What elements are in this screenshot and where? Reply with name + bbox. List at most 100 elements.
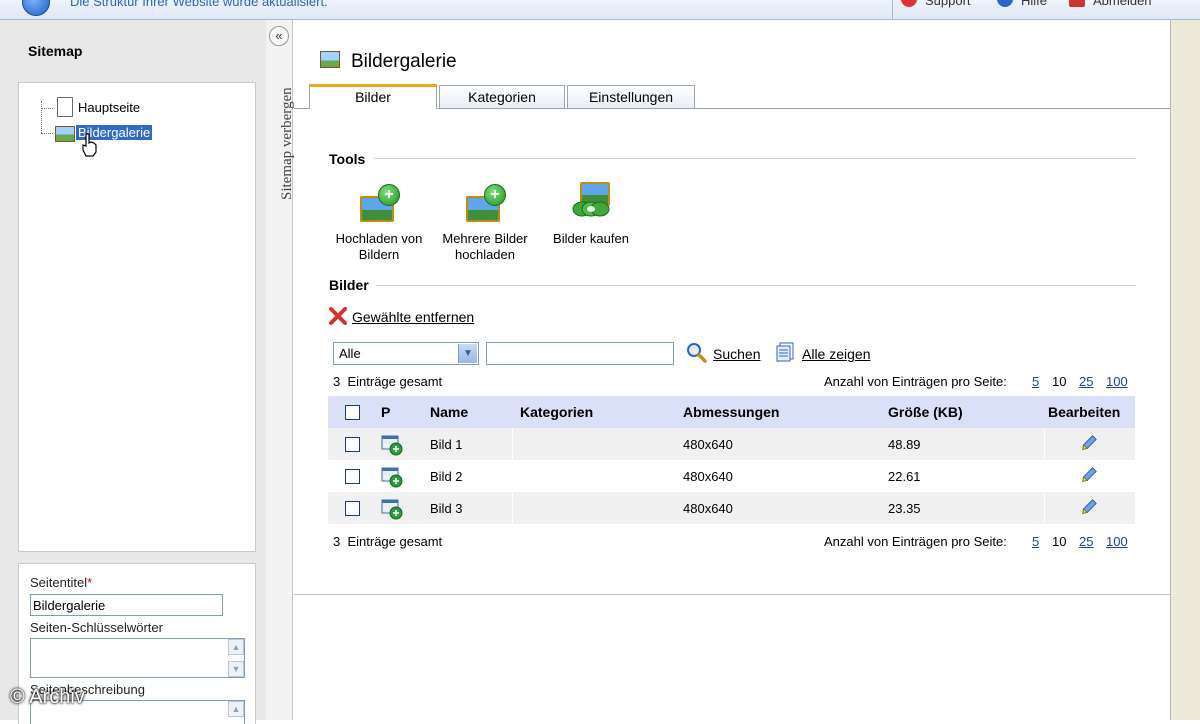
per-page-25[interactable]: 25 bbox=[1079, 534, 1093, 549]
select-all-checkbox[interactable] bbox=[345, 405, 360, 420]
column-header-groesse[interactable]: Größe (KB) bbox=[888, 404, 963, 420]
tree-connector bbox=[41, 108, 53, 109]
tool-upload-multiple[interactable]: + Mehrere Bilder hochladen bbox=[436, 180, 534, 265]
tool-label-line: Bildern bbox=[358, 247, 400, 262]
per-page-5[interactable]: 5 bbox=[1032, 534, 1039, 549]
total-entries: 3 Einträge gesamt bbox=[333, 534, 442, 549]
tool-label-line: Hochladen von bbox=[335, 231, 423, 246]
category-filter-select[interactable]: Alle ▼ bbox=[333, 342, 479, 365]
page-title-input[interactable] bbox=[30, 594, 223, 616]
page-title-label-text: Seitentitel bbox=[30, 575, 88, 590]
tool-label-line: Mehrere Bilder bbox=[442, 231, 528, 246]
list-icon[interactable] bbox=[776, 342, 796, 362]
total-count: 3 bbox=[333, 374, 341, 389]
plus-icon: + bbox=[484, 184, 506, 206]
column-separator bbox=[1044, 492, 1045, 524]
scroll-down-icon[interactable]: ▼ bbox=[228, 661, 244, 677]
column-header-p[interactable]: P bbox=[381, 404, 390, 420]
per-page-5[interactable]: 5 bbox=[1032, 374, 1039, 389]
section-divider bbox=[376, 285, 1136, 286]
lifebuoy-icon[interactable] bbox=[901, 0, 917, 7]
total-count: 3 bbox=[333, 534, 341, 549]
scroll-up-icon[interactable]: ▲ bbox=[228, 639, 244, 655]
tabs-divider bbox=[436, 108, 1170, 109]
tool-upload-image[interactable]: + Hochladen von Bildern bbox=[330, 180, 428, 265]
column-header-kategorien[interactable]: Kategorien bbox=[520, 404, 593, 420]
edit-pencil-icon[interactable] bbox=[1080, 434, 1098, 452]
table-header: P Name Kategorien Abmessungen Größe (KB)… bbox=[328, 396, 1135, 428]
edit-pencil-icon[interactable] bbox=[1080, 466, 1098, 484]
logout-link[interactable]: Abmelden bbox=[1093, 0, 1152, 8]
tab-bilder[interactable]: Bilder bbox=[309, 84, 437, 109]
table-row: Bild 2 480x640 22.61 bbox=[328, 460, 1135, 492]
collapse-sitemap-icon[interactable]: « bbox=[269, 26, 289, 46]
tree-item-label: Hauptseite bbox=[78, 100, 141, 115]
total-label: Einträge gesamt bbox=[347, 374, 443, 389]
section-divider bbox=[374, 158, 1136, 159]
help-icon[interactable] bbox=[997, 0, 1013, 7]
chevron-down-icon[interactable]: ▼ bbox=[458, 344, 477, 363]
cell-size: 23.35 bbox=[888, 501, 921, 516]
per-page-25[interactable]: 25 bbox=[1079, 374, 1093, 389]
image-preview-icon[interactable] bbox=[381, 434, 403, 456]
notification-bar: Die Struktur Ihrer Website wurde aktuali… bbox=[0, 0, 1200, 20]
per-page-100[interactable]: 100 bbox=[1106, 534, 1128, 549]
gallery-icon bbox=[55, 126, 75, 142]
cell-dimensions: 480x640 bbox=[683, 437, 733, 452]
page-icon bbox=[57, 97, 73, 117]
coins-icon bbox=[572, 201, 610, 217]
content-divider bbox=[294, 594, 1170, 595]
top-actions: Support Hilfe Abmelden bbox=[892, 0, 1183, 19]
watermark: © Archiv bbox=[10, 686, 85, 708]
info-icon bbox=[22, 0, 50, 16]
help-link[interactable]: Hilfe bbox=[1021, 0, 1047, 8]
gallery-icon bbox=[320, 51, 340, 68]
show-all-link[interactable]: Alle zeigen bbox=[802, 346, 871, 362]
scroll-up-icon[interactable]: ▲ bbox=[228, 701, 244, 717]
page-title: Bildergalerie bbox=[351, 51, 457, 72]
tab-kategorien[interactable]: Kategorien bbox=[439, 85, 565, 108]
tab-einstellungen[interactable]: Einstellungen bbox=[567, 85, 695, 108]
tool-label: Bilder kaufen bbox=[542, 231, 640, 247]
table-row: Bild 3 480x640 23.35 bbox=[328, 492, 1135, 524]
row-checkbox[interactable] bbox=[345, 437, 360, 452]
sitemap-tree: Hauptseite Bildergalerie bbox=[18, 82, 256, 552]
cell-name[interactable]: Bild 2 bbox=[430, 469, 463, 484]
column-separator bbox=[512, 428, 513, 460]
image-preview-icon[interactable] bbox=[381, 466, 403, 488]
logout-icon[interactable] bbox=[1069, 0, 1085, 7]
category-filter-value: Alle bbox=[339, 346, 361, 361]
page-title-label: Seitentitel* bbox=[30, 575, 92, 590]
support-link[interactable]: Support bbox=[925, 0, 971, 8]
remove-x-icon[interactable] bbox=[329, 307, 347, 325]
column-separator bbox=[1044, 428, 1045, 460]
tool-buy-images[interactable]: Bilder kaufen bbox=[542, 180, 640, 265]
column-header-name[interactable]: Name bbox=[430, 404, 468, 420]
image-preview-icon[interactable] bbox=[381, 498, 403, 520]
column-header-abmessungen[interactable]: Abmessungen bbox=[683, 404, 779, 420]
row-checkbox[interactable] bbox=[345, 501, 360, 516]
total-entries: 3 Einträge gesamt bbox=[333, 374, 442, 389]
cell-dimensions: 480x640 bbox=[683, 501, 733, 516]
plus-icon: + bbox=[378, 184, 400, 206]
hand-cursor-icon bbox=[82, 133, 97, 157]
page-keywords-textarea[interactable]: ▲ ▼ bbox=[30, 638, 245, 678]
remove-selected-link[interactable]: Gewählte entfernen bbox=[352, 309, 474, 325]
tree-connector bbox=[41, 101, 42, 133]
images-heading: Bilder bbox=[329, 277, 369, 293]
column-header-bearbeiten: Bearbeiten bbox=[1048, 404, 1121, 420]
search-icon[interactable] bbox=[686, 342, 708, 364]
search-link[interactable]: Suchen bbox=[713, 346, 760, 362]
window-scroll-area bbox=[1170, 20, 1200, 720]
search-input[interactable] bbox=[486, 342, 674, 365]
per-page-100[interactable]: 100 bbox=[1106, 374, 1128, 389]
cell-size: 22.61 bbox=[888, 469, 921, 484]
tool-label-line: Bilder kaufen bbox=[553, 231, 629, 246]
row-checkbox[interactable] bbox=[345, 469, 360, 484]
required-marker: * bbox=[87, 575, 93, 590]
cell-dimensions: 480x640 bbox=[683, 469, 733, 484]
cell-name[interactable]: Bild 1 bbox=[430, 437, 463, 452]
sitemap-title: Sitemap bbox=[28, 43, 83, 59]
edit-pencil-icon[interactable] bbox=[1080, 498, 1098, 516]
cell-name[interactable]: Bild 3 bbox=[430, 501, 463, 516]
